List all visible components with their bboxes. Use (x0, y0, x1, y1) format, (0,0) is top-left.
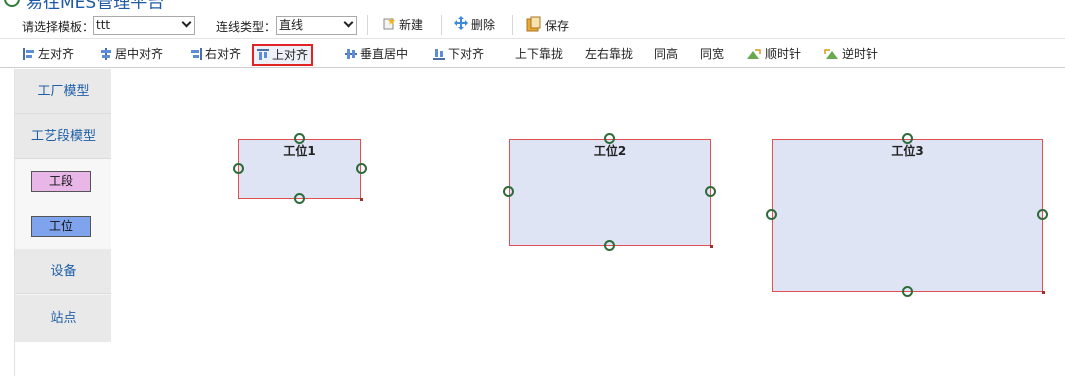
template-select[interactable]: ttt (93, 16, 195, 35)
same-width-button[interactable]: 同宽 (697, 44, 727, 66)
align-middle-icon (345, 48, 357, 60)
resize-handle[interactable] (360, 198, 363, 201)
toolbar-divider (441, 15, 442, 35)
main-toolbar: 请选择模板： ttt 连线类型： 直线 新建 删除 保存 (0, 11, 1065, 39)
model-sidebar: 工厂模型 工艺段模型 工段 工位 设备 站点 (14, 69, 112, 376)
vertical-close-label: 上下靠拢 (515, 47, 564, 61)
rotate-clockwise-button[interactable]: 顺时针 (743, 44, 804, 66)
sidebar-item-site[interactable]: 站点 (15, 295, 112, 342)
align-bottom-label: 下对齐 (448, 47, 485, 61)
align-top-icon (257, 49, 269, 61)
palette-segment[interactable]: 工段 (31, 171, 91, 192)
template-label: 请选择模板： (22, 20, 95, 34)
save-button[interactable]: 保存 (522, 16, 573, 36)
align-right-label: 右对齐 (205, 47, 242, 61)
station-label: 工位3 (891, 144, 924, 158)
line-type-select[interactable]: 直线 (276, 16, 357, 35)
align-top-label: 上对齐 (272, 48, 309, 62)
new-document-icon (382, 16, 396, 35)
rotate-counterclockwise-button[interactable]: 逆时针 (820, 44, 881, 66)
align-left-label: 左对齐 (38, 47, 75, 61)
connection-handle-top[interactable] (294, 133, 305, 144)
new-button[interactable]: 新建 (378, 16, 427, 36)
rotate-cw-icon (746, 46, 762, 59)
delete-button[interactable]: 删除 (450, 16, 499, 36)
align-center-label: 居中对齐 (115, 47, 164, 61)
sidebar-footer (14, 342, 111, 376)
connection-handle-left[interactable] (233, 163, 244, 174)
connection-handle-right[interactable] (1037, 209, 1048, 220)
align-left-button[interactable]: 左对齐 (20, 44, 77, 66)
resize-handle[interactable] (710, 245, 713, 248)
template-select-value: ttt (96, 18, 111, 32)
align-middle-label: 垂直居中 (360, 47, 409, 61)
station-label: 工位2 (593, 144, 627, 158)
rotate-clockwise-label: 顺时针 (765, 47, 802, 61)
new-button-label: 新建 (399, 18, 424, 32)
align-right-button[interactable]: 右对齐 (187, 44, 244, 66)
align-top-button[interactable]: 上对齐 (252, 44, 314, 66)
toolbar-divider (512, 15, 513, 35)
horizontal-close-button[interactable]: 左右靠拢 (582, 44, 636, 66)
rotate-counterclockwise-label: 逆时针 (842, 47, 879, 61)
align-left-icon (23, 48, 35, 60)
same-height-label: 同高 (654, 47, 679, 61)
connection-handle-top[interactable] (604, 133, 615, 144)
connection-handle-left[interactable] (503, 186, 514, 197)
connection-handle-right[interactable] (356, 163, 367, 174)
palette-station[interactable]: 工位 (31, 216, 91, 237)
align-center-icon (100, 48, 112, 60)
same-width-label: 同宽 (700, 47, 725, 61)
station-node[interactable]: 工位3 (772, 139, 1043, 292)
delete-button-label: 删除 (471, 18, 496, 32)
chevron-down-icon (181, 17, 192, 28)
resize-handle[interactable] (1042, 291, 1045, 294)
station-label: 工位1 (283, 144, 316, 158)
align-center-button[interactable]: 居中对齐 (97, 44, 166, 66)
sidebar-item-process-model[interactable]: 工艺段模型 (15, 114, 112, 159)
align-bottom-button[interactable]: 下对齐 (430, 44, 487, 66)
logo-icon (4, 0, 20, 7)
line-type-select-value: 直线 (279, 18, 304, 32)
connection-handle-right[interactable] (705, 186, 716, 197)
chevron-down-icon (343, 17, 354, 28)
title-bar: 易往MES管理平台 (0, 0, 1065, 9)
sidebar-item-factory-model[interactable]: 工厂模型 (15, 69, 112, 114)
save-button-label: 保存 (545, 19, 570, 33)
align-middle-button[interactable]: 垂直居中 (342, 44, 411, 66)
palette-station-cell: 工位 (15, 204, 112, 249)
connection-handle-bottom[interactable] (294, 193, 305, 204)
rotate-ccw-icon (823, 46, 839, 59)
save-icon (526, 16, 542, 37)
align-right-icon (190, 48, 202, 60)
align-toolbar: 左对齐 居中对齐 右对齐 上对齐 垂直居中 下对齐 上下靠拢 左右靠拢 同高 同… (0, 40, 1065, 68)
line-type-label: 连线类型： (216, 20, 277, 34)
connection-handle-left[interactable] (766, 209, 777, 220)
vertical-close-button[interactable]: 上下靠拢 (512, 44, 566, 66)
connection-handle-bottom[interactable] (902, 286, 913, 297)
design-canvas[interactable]: 工位1 工位2 工位3 (111, 69, 1065, 376)
align-bottom-icon (433, 48, 445, 60)
palette-segment-cell: 工段 (15, 159, 112, 204)
move-arrows-icon (454, 16, 468, 35)
connection-handle-bottom[interactable] (604, 240, 615, 251)
station-node[interactable]: 工位2 (509, 139, 711, 246)
sidebar-item-equipment[interactable]: 设备 (15, 249, 112, 294)
station-node[interactable]: 工位1 (238, 139, 361, 199)
connection-handle-top[interactable] (902, 133, 913, 144)
same-height-button[interactable]: 同高 (651, 44, 681, 66)
app-title: 易往MES管理平台 (26, 0, 164, 9)
horizontal-close-label: 左右靠拢 (585, 47, 634, 61)
toolbar-divider (367, 15, 368, 35)
